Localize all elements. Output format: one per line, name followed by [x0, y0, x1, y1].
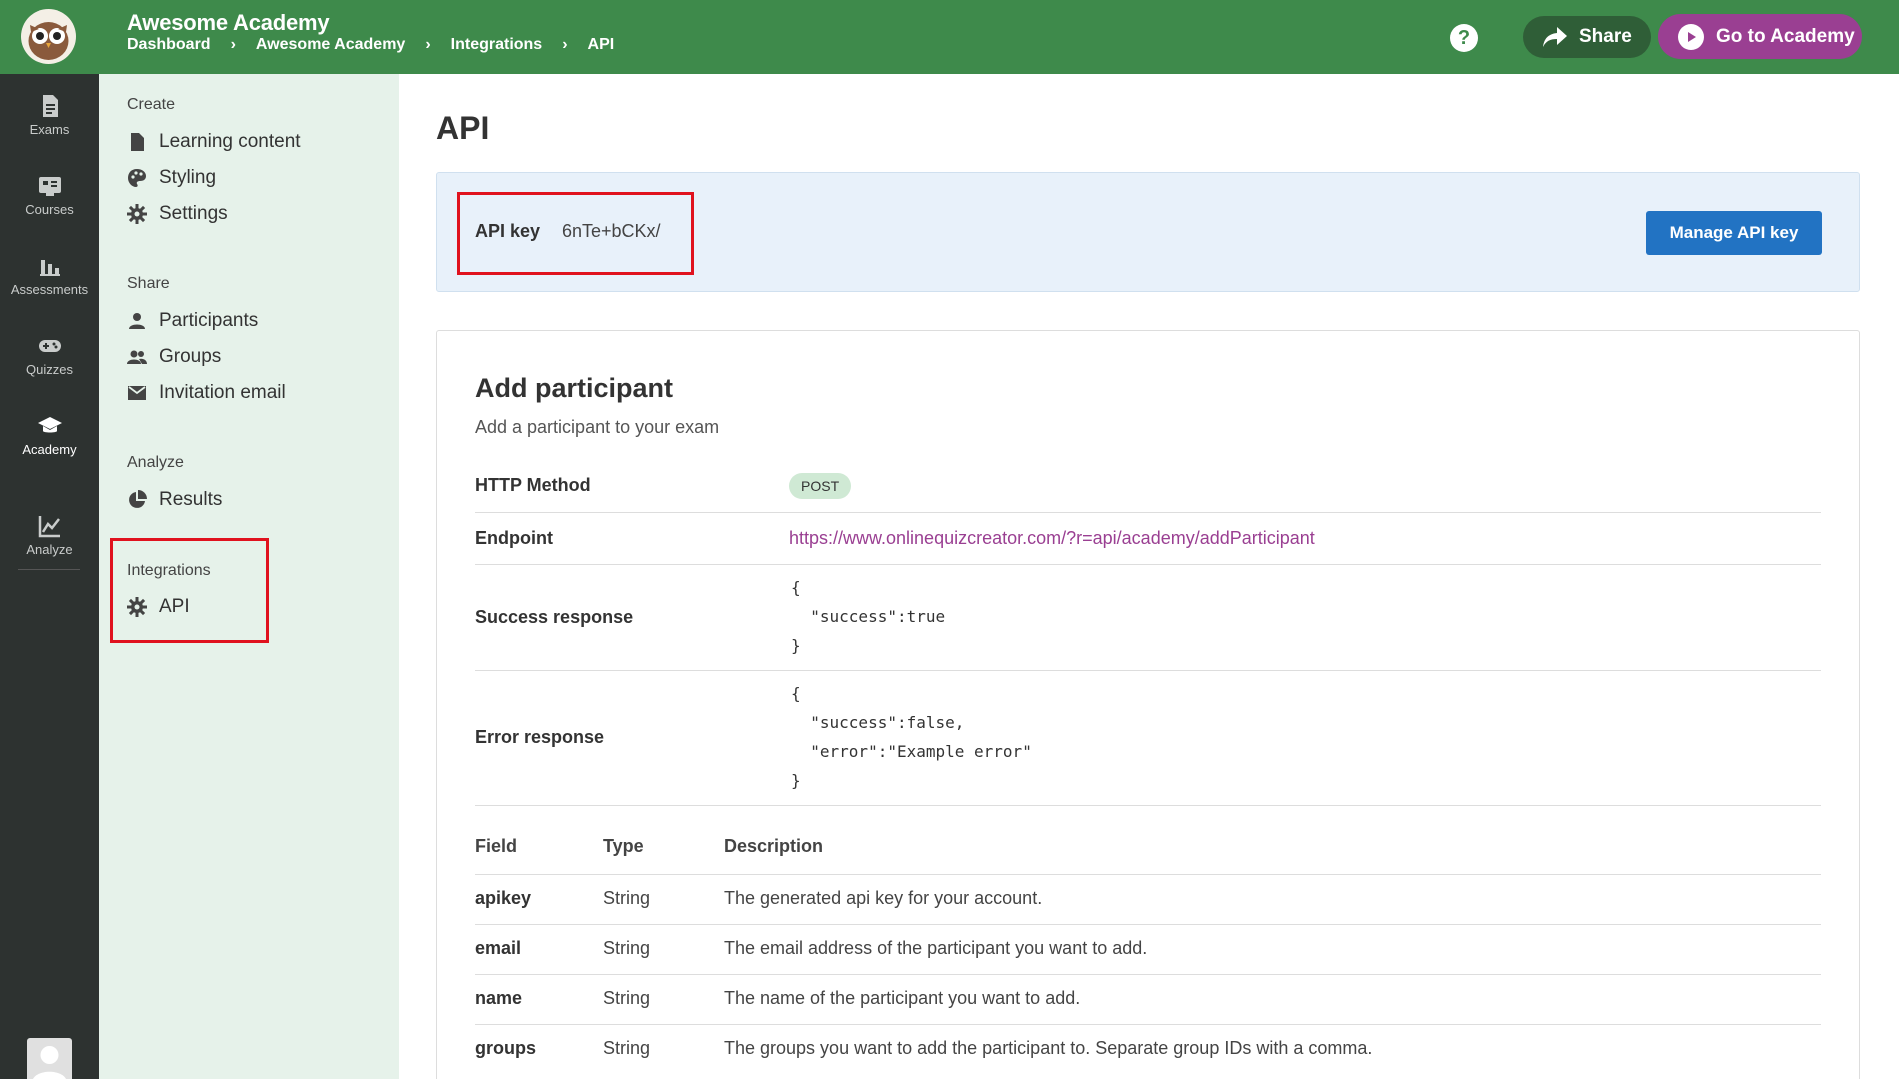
share-label: Share: [1579, 26, 1632, 47]
card-subtitle: Add a participant to your exam: [475, 417, 720, 437]
play-icon: [1678, 23, 1704, 50]
share-button[interactable]: Share: [1523, 16, 1651, 58]
gamepad-icon: [38, 340, 61, 352]
main-content: API API key 6nTe+bCKx/ Manage API key Ad…: [399, 74, 1899, 1079]
table-row: name String The name of the participant …: [475, 975, 1821, 1025]
highlight-box: [110, 538, 269, 643]
table-row: apikey String The generated api key for …: [475, 875, 1821, 925]
courses-icon: [38, 177, 61, 196]
success-response-label: Success response: [475, 607, 634, 627]
page-title: API: [436, 110, 490, 146]
field-type: String: [603, 988, 651, 1008]
method-label: HTTP Method: [475, 475, 591, 495]
table-header-description: Description: [724, 836, 824, 856]
method-row: HTTP Method POST: [475, 461, 1821, 513]
card-title: Add participant: [475, 373, 674, 403]
error-response-label: Error response: [475, 727, 605, 747]
chevron-right-icon: ›: [230, 36, 236, 53]
field-type: String: [603, 1038, 651, 1058]
sidebar-heading-share: Share: [127, 275, 170, 292]
chevron-right-icon: ›: [425, 36, 431, 53]
breadcrumb-integrations[interactable]: Integrations: [451, 36, 543, 54]
rail-item-exams[interactable]: Exams: [0, 94, 99, 137]
field-name: groups: [475, 1038, 536, 1058]
highlight-box: [457, 192, 694, 275]
sidebar-item-settings[interactable]: Settings: [127, 203, 228, 225]
endpoint-label: Endpoint: [475, 528, 553, 548]
field-name: email: [475, 938, 522, 958]
sidebar-heading-analyze: Analyze: [127, 454, 184, 471]
success-response-code: { "success":true }: [791, 578, 946, 655]
rail-divider: [18, 569, 80, 570]
rail-item-courses[interactable]: Courses: [0, 174, 99, 217]
sidebar-item-results[interactable]: Results: [127, 489, 222, 511]
field-type: String: [603, 938, 651, 958]
chevron-right-icon: ›: [562, 36, 568, 53]
endpoint-row: Endpoint https://www.onlinequizcreator.c…: [475, 513, 1821, 565]
field-name: apikey: [475, 888, 532, 908]
endpoint-link[interactable]: https://www.onlinequizcreator.com/?r=api…: [789, 528, 1315, 549]
error-response-row: Error response { "success":false, "error…: [475, 671, 1821, 806]
top-bar: Awesome Academy Dashboard › Awesome Acad…: [0, 0, 1899, 74]
sidebar: Create Learning content Styling Settings…: [99, 74, 399, 1079]
app-title: Awesome Academy: [127, 10, 330, 35]
bar-chart-icon: [39, 260, 60, 276]
document-icon: [42, 95, 58, 117]
field-type: String: [603, 888, 651, 908]
sidebar-item-styling[interactable]: Styling: [127, 167, 216, 189]
person-icon: [127, 311, 147, 331]
sidebar-heading-create: Create: [127, 96, 176, 113]
sidebar-item-invitation-email[interactable]: Invitation email: [127, 382, 286, 404]
line-chart-icon: [38, 516, 60, 538]
rail-item-academy[interactable]: Academy: [0, 414, 99, 457]
avatar[interactable]: [27, 1038, 72, 1079]
envelope-icon: [127, 383, 147, 403]
sidebar-item-learning-content[interactable]: Learning content: [127, 131, 301, 153]
add-participant-card: Add participant Add a participant to you…: [436, 330, 1860, 1079]
error-response-code: { "success":false, "error":"Example erro…: [791, 684, 1032, 790]
gear-icon: [127, 204, 147, 224]
table-row: email String The email address of the pa…: [475, 925, 1821, 975]
table-header-type: Type: [603, 836, 644, 856]
field-description: The email address of the participant you…: [724, 938, 1148, 958]
owl-logo-icon[interactable]: [21, 9, 76, 64]
go-to-academy-label: Go to Academy: [1716, 25, 1855, 47]
share-arrow-icon: [1543, 27, 1567, 47]
manage-api-key-button[interactable]: Manage API key: [1646, 211, 1822, 255]
rail-item-assessments[interactable]: Assessments: [0, 254, 99, 297]
graduation-cap-icon: [37, 417, 62, 433]
rail-item-analyze[interactable]: Analyze: [0, 514, 99, 557]
group-icon: [127, 347, 147, 367]
method-value: POST: [789, 473, 852, 499]
palette-icon: [127, 168, 147, 188]
field-name: name: [475, 988, 523, 1008]
sidebar-item-groups[interactable]: Groups: [127, 346, 221, 368]
breadcrumb: Dashboard › Awesome Academy › Integratio…: [127, 36, 614, 54]
success-response-row: Success response { "success":true }: [475, 565, 1821, 671]
field-description: The generated api key for your account.: [724, 888, 1043, 908]
help-icon[interactable]: ?: [1450, 24, 1478, 52]
sidebar-item-participants[interactable]: Participants: [127, 310, 258, 332]
breadcrumb-api: API: [587, 36, 615, 53]
table-header-field: Field: [475, 836, 518, 856]
go-to-academy-button[interactable]: Go to Academy: [1658, 14, 1862, 59]
file-icon: [127, 132, 147, 152]
pie-chart-icon: [127, 490, 147, 510]
post-badge: POST: [789, 473, 852, 499]
table-header-row: Field Type Description: [475, 806, 1821, 875]
field-description: The name of the participant you want to …: [724, 988, 1081, 1008]
breadcrumb-academy[interactable]: Awesome Academy: [256, 36, 405, 54]
rail-item-quizzes[interactable]: Quizzes: [0, 334, 99, 377]
table-row: groups String The groups you want to add…: [475, 1025, 1821, 1075]
breadcrumb-dashboard[interactable]: Dashboard: [127, 36, 211, 54]
field-description: The groups you want to add the participa…: [724, 1038, 1373, 1058]
left-rail: Exams Courses Assessments Quizzes Academ…: [0, 74, 99, 1079]
